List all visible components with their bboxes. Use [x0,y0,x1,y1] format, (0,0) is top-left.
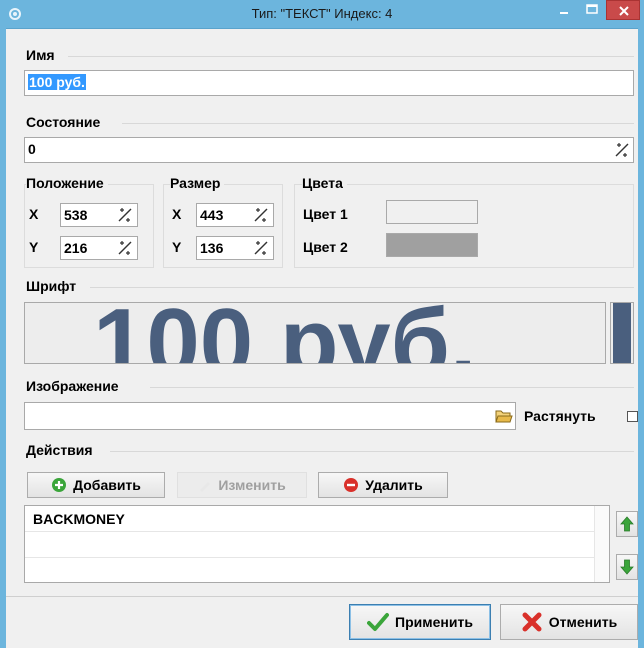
size-y-input[interactable]: 136 [196,236,274,260]
list-scrollbar[interactable] [594,506,609,582]
size-x-value: 443 [200,207,224,223]
add-icon [52,478,67,492]
size-x-input[interactable]: 443 [196,203,274,227]
apply-button-label: Применить [395,614,473,630]
list-item-label: BACKMONEY [33,511,125,527]
cross-icon [522,612,542,632]
list-item[interactable] [25,558,595,584]
color2-swatch[interactable] [386,233,478,257]
size-y-label: Y [172,239,182,255]
edit-button[interactable]: Изменить [177,472,307,498]
maximize-icon [586,4,598,14]
window-border-left [0,28,6,648]
size-y-value: 136 [200,240,224,256]
actions-section-divider [110,451,634,452]
list-item[interactable]: BACKMONEY [25,506,595,532]
font-preview-text: 100 руб. [93,302,477,364]
delete-icon [344,478,359,492]
size-x-spin-icon[interactable] [253,207,269,223]
window-title: Тип: "ТЕКСТ" Индекс: 4 [251,6,393,21]
dialog-window: Тип: "ТЕКСТ" Индекс: 4 Имя 100 руб. Сост… [0,0,644,648]
move-down-button[interactable] [616,554,638,580]
arrow-down-icon [620,559,634,575]
name-section-divider [68,56,634,57]
colors-section-label: Цвета [302,175,347,191]
close-icon [619,6,629,16]
actions-section-label: Действия [26,442,93,458]
color1-label: Цвет 1 [303,206,348,222]
maximize-button[interactable] [578,0,606,20]
actions-list[interactable]: BACKMONEY [24,505,610,583]
font-preview[interactable]: 100 руб. [24,302,606,364]
size-section-label: Размер [170,175,225,191]
footer-divider [6,596,638,597]
color2-label: Цвет 2 [303,239,348,255]
color1-swatch[interactable] [386,200,478,224]
font-color-preview[interactable] [610,302,634,364]
open-folder-icon[interactable] [495,407,513,425]
list-item[interactable] [25,532,595,558]
checkmark-icon [367,613,390,631]
font-color-bar [613,303,631,363]
state-section-divider [122,123,634,124]
state-input-value: 0 [28,141,36,157]
title-bar[interactable]: Тип: "ТЕКСТ" Индекс: 4 [0,0,644,29]
edit-icon [200,482,211,492]
position-section-label: Положение [26,175,108,191]
position-y-spin-icon[interactable] [117,240,133,256]
delete-button[interactable]: Удалить [318,472,448,498]
delete-button-label: Удалить [365,477,423,493]
position-y-value: 216 [64,240,88,256]
position-x-value: 538 [64,207,88,223]
state-spin-icon[interactable] [614,142,630,158]
name-input[interactable]: 100 руб. [24,70,634,96]
state-section-label: Состояние [26,114,101,130]
cancel-button[interactable]: Отменить [500,604,638,640]
size-y-spin-icon[interactable] [253,240,269,256]
minimize-icon [560,12,568,14]
position-y-input[interactable]: 216 [60,236,138,260]
state-input[interactable]: 0 [24,137,634,163]
edit-button-label: Изменить [218,477,286,493]
image-path-input[interactable] [24,402,516,430]
window-border-right [638,28,644,648]
size-x-label: X [172,206,182,222]
font-section-divider [90,287,634,288]
stretch-checkbox[interactable] [627,411,638,422]
position-y-label: Y [29,239,39,255]
apply-button[interactable]: Применить [349,604,491,640]
image-section-label: Изображение [26,378,119,394]
close-button[interactable] [606,0,640,20]
name-section-label: Имя [26,47,55,63]
position-x-input[interactable]: 538 [60,203,138,227]
name-input-value: 100 руб. [28,74,86,90]
position-x-label: X [29,206,39,222]
position-x-spin-icon[interactable] [117,207,133,223]
font-section-label: Шрифт [26,278,77,294]
image-section-divider [150,387,634,388]
arrow-up-icon [620,516,634,532]
stretch-label: Растянуть [524,408,596,424]
add-button-label: Добавить [73,477,141,493]
move-up-button[interactable] [616,511,638,537]
cancel-button-label: Отменить [548,614,618,630]
minimize-button[interactable] [550,0,578,20]
add-button[interactable]: Добавить [27,472,165,498]
